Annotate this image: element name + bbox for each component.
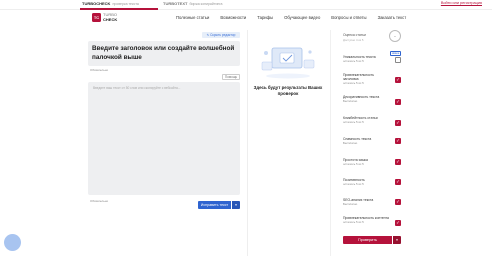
main-header: TC TURBO CHECK Полезные статьи Возможнос… (0, 11, 492, 29)
criterion-status: осталось 5 из 5 (343, 220, 364, 225)
run-check-button-group: Проверить ▾ (343, 236, 401, 244)
score-gauge: – (389, 30, 401, 42)
criterion-clickbait[interactable]: Кликбейтность статьи осталось 5 из 5 ✓ (343, 116, 401, 126)
fix-text-button-group: Исправить текст ▾ (198, 201, 240, 209)
results-illustration (261, 47, 315, 79)
criterion-status: Бесплатно (343, 141, 358, 146)
criterion-checkbox[interactable]: ✓ (395, 199, 401, 205)
run-check-dropdown-button[interactable]: ▾ (393, 236, 401, 244)
overall-score-sub: Доступно 4 из 5 (343, 38, 364, 42)
overall-score-label: Оценка статьи (343, 33, 366, 37)
criterion-checkbox[interactable]: ✓ (395, 77, 401, 83)
nav-item-pricing[interactable]: Тарифы (257, 15, 273, 20)
help-button[interactable]: Помощь (222, 74, 240, 80)
criterion-status: осталось 5 из 5 (343, 120, 364, 125)
criterion-status: осталось 5 из 5 (343, 182, 364, 187)
criterion-checkbox[interactable] (395, 57, 401, 63)
brand-tabs: TURBOCHECK проверка текста TURBOTEXT биржа… (0, 0, 492, 10)
brand-tab-turbocheck-sub: проверка текста (112, 2, 139, 6)
active-tab-underline (80, 8, 158, 10)
logo-text: TURBO CHECK (103, 13, 118, 22)
criterion-title-appeal[interactable]: Привлекательность заголовка осталось 5 и… (343, 73, 401, 85)
title-required-label: Обязательно (90, 68, 109, 72)
criterion-spam[interactable]: Спамность текста Бесплатно ✓ (343, 137, 401, 145)
logo[interactable]: TC TURBO CHECK (92, 13, 117, 22)
brand-tab-turbocheck[interactable]: TURBOCHECK проверка текста (82, 1, 139, 6)
run-check-button[interactable]: Проверить (343, 236, 392, 244)
criterion-name: Привлекательность заголовка (343, 73, 374, 82)
criterion-status: осталось 5 из 5 (343, 81, 364, 86)
nav-item-faq[interactable]: Вопросы и ответы (331, 15, 366, 20)
title-input[interactable]: Введите заголовок или создайте волшебной… (88, 41, 240, 66)
nav-item-video[interactable]: Обучающее видео (284, 15, 320, 20)
page-root: TURBOCHECK проверка текста TURBOTEXT биржа… (0, 0, 492, 256)
criterion-checkbox[interactable]: ✓ (395, 159, 401, 165)
text-required-label: Обязательно (90, 199, 109, 203)
column-divider (247, 30, 248, 256)
logo-mark: TC (92, 13, 101, 22)
nav-item-order[interactable]: Заказать текст (378, 15, 407, 20)
logo-line-2: CHECK (103, 16, 118, 22)
criterion-checkbox[interactable]: ✓ (395, 179, 401, 185)
toggle-editor-button[interactable]: ✎ Скрыть редактор (202, 32, 240, 38)
criterion-checkbox[interactable]: ✓ (395, 220, 401, 226)
main-nav: Полезные статьи Возможности Тарифы Обуча… (176, 15, 417, 20)
criterion-status: Бесплатно (343, 202, 358, 207)
results-placeholder-text: Здесь будут результаты Ваших проверок (253, 85, 323, 96)
criterion-content-appeal[interactable]: Привлекательность контента осталось 5 из… (343, 216, 401, 226)
nav-item-articles[interactable]: Полезные статьи (176, 15, 209, 20)
criterion-seo[interactable]: SEO-анализ текста Бесплатно ✓ (343, 198, 401, 206)
criterion-checkbox[interactable]: ✓ (395, 138, 401, 144)
panel-divider (330, 30, 331, 256)
criterion-simplicity[interactable]: Простота языка осталось 5 из 5 ✓ (343, 158, 401, 166)
nav-item-features[interactable]: Возможности (220, 15, 246, 20)
brand-tab-turbocheck-name: TURBOCHECK (82, 1, 111, 6)
fix-text-dropdown-button[interactable]: ▾ (232, 201, 240, 209)
criterion-status: осталось 5 из 5 (343, 59, 364, 64)
brand-tab-turbotext-sub: биржа копирайтинга (189, 2, 223, 6)
criterion-status: Бесплатно (343, 99, 358, 104)
criterion-checkbox[interactable]: ✓ (395, 120, 401, 126)
login-link[interactable]: Войти или регистрация (441, 1, 482, 5)
criterion-decorativeness[interactable]: Декоративность текста Бесплатно ✓ (343, 95, 401, 105)
criterion-positivity[interactable]: Позитивность осталось 5 из 5 ✓ (343, 178, 401, 186)
brand-tab-turbotext[interactable]: TURBOTEXT биржа копирайтинга (163, 1, 222, 6)
fix-text-button[interactable]: Исправить текст (198, 201, 231, 209)
brand-tab-turbotext-name: TURBOTEXT (163, 1, 188, 6)
criterion-status: осталось 5 из 5 (343, 162, 364, 167)
text-input[interactable]: Введите ваш текст от 50 слов или скопиру… (88, 82, 240, 195)
criterion-checkbox[interactable]: ✓ (395, 99, 401, 105)
floating-chat-button[interactable] (4, 234, 21, 251)
criterion-uniqueness[interactable]: Уникальность текста осталось 5 из 5 (343, 55, 401, 63)
